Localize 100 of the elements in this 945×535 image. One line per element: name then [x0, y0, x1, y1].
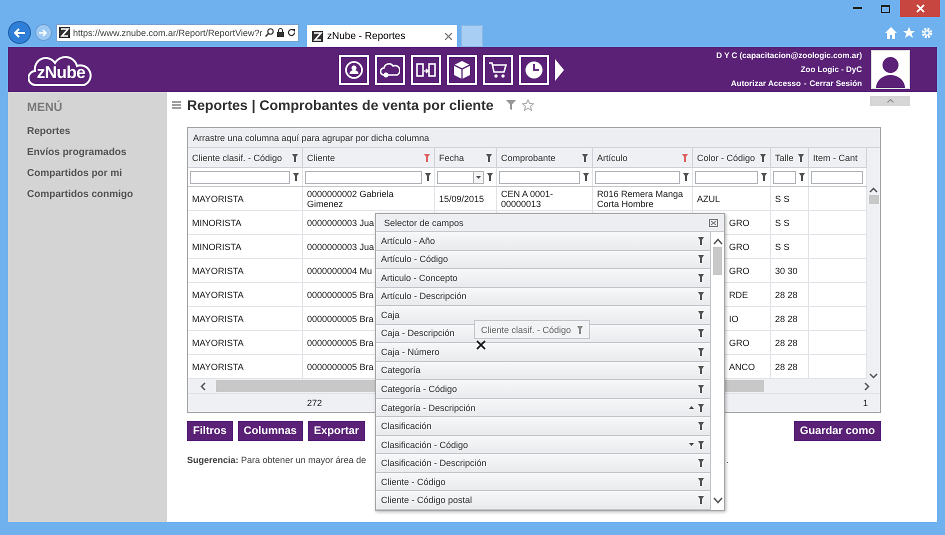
- field-item[interactable]: Artículo - Descripción: [376, 288, 711, 306]
- scroll-up-icon[interactable]: [869, 187, 878, 193]
- filter-icon[interactable]: [292, 154, 298, 162]
- close-icon[interactable]: [709, 218, 718, 226]
- user-name: D Y C (capacitacion@zoologic.com.ar): [716, 51, 862, 60]
- site-logo-icon: [59, 27, 70, 38]
- scrollbar-thumb[interactable]: [713, 247, 722, 275]
- filter-icon[interactable]: [698, 310, 704, 319]
- forward-button[interactable]: [35, 24, 52, 41]
- avatar[interactable]: [871, 50, 910, 89]
- user-link[interactable]: Cerrar Sesión: [810, 79, 862, 88]
- lock-icon: [277, 28, 284, 37]
- filter-icon[interactable]: [698, 366, 704, 374]
- filter-icon[interactable]: [583, 173, 589, 181]
- suggestion-text: .: [726, 455, 729, 465]
- filter-icon[interactable]: [582, 154, 588, 162]
- filter-icon[interactable]: [698, 385, 704, 394]
- filter-icon[interactable]: [698, 478, 704, 486]
- tab-title: zNube - Reportes: [327, 30, 406, 42]
- filter-icon[interactable]: [698, 440, 704, 449]
- filter-icon[interactable]: [698, 236, 704, 245]
- refresh-icon[interactable]: [287, 28, 296, 37]
- input-field[interactable]: [190, 170, 290, 184]
- action-button[interactable]: Filtros: [187, 421, 233, 441]
- input-field[interactable]: [811, 170, 863, 184]
- filter-icon[interactable]: [798, 154, 804, 162]
- menu-item[interactable]: Compartidos conmigo: [27, 189, 167, 200]
- scrollbar-thumb[interactable]: [868, 195, 878, 204]
- filter-icon[interactable]: [698, 274, 704, 282]
- scroll-up-icon[interactable]: [712, 238, 722, 245]
- input-field[interactable]: [695, 170, 758, 184]
- action-button[interactable]: Columnas: [238, 421, 303, 441]
- module-button[interactable]: [519, 54, 549, 84]
- module-button[interactable]: [375, 54, 405, 84]
- field-item[interactable]: Caja: [376, 306, 711, 325]
- input-field[interactable]: [499, 170, 580, 184]
- close-icon[interactable]: [445, 32, 452, 40]
- close-button[interactable]: [900, 0, 940, 17]
- field-item[interactable]: Artículo - Código: [376, 250, 711, 270]
- address-bar[interactable]: https://www.znube.com.ar/Report/ReportView?r: [56, 24, 299, 42]
- star-icon[interactable]: [522, 99, 534, 111]
- module-button[interactable]: [447, 54, 477, 84]
- filter-icon[interactable]: [761, 173, 767, 181]
- search-icon[interactable]: [265, 28, 274, 37]
- action-button[interactable]: Exportar: [308, 421, 366, 441]
- field-item[interactable]: Categoría: [376, 362, 711, 380]
- filter-icon[interactable]: [760, 154, 766, 162]
- menu-item[interactable]: Envíos programados: [27, 147, 167, 158]
- scroll-down-icon[interactable]: [869, 373, 878, 379]
- suggestion-text: Sugerencia: Para obtener un mayor área de: [187, 455, 366, 465]
- user-link[interactable]: Autorizar Accesso: [730, 79, 801, 88]
- filter-icon[interactable]: [486, 154, 492, 162]
- filter-icon[interactable]: [698, 496, 704, 504]
- filter-icon[interactable]: [698, 255, 704, 264]
- field-item[interactable]: Clasificación - Descripción: [376, 454, 711, 473]
- menu-item[interactable]: Compartidos por mi: [27, 168, 167, 179]
- cube-icon: [452, 60, 472, 80]
- filter-icon[interactable]: [683, 173, 689, 181]
- filter-icon[interactable]: [698, 404, 704, 412]
- field-item[interactable]: Clasificación - Código: [376, 436, 711, 454]
- dropdown-button[interactable]: [474, 170, 484, 184]
- input-field[interactable]: [773, 170, 796, 184]
- menu-icon[interactable]: [172, 101, 181, 109]
- table-cell: MINORISTA: [188, 235, 303, 259]
- input-field[interactable]: [305, 170, 422, 184]
- browser-tab[interactable]: zNube - Reportes: [307, 25, 457, 47]
- filter-icon[interactable]: [698, 292, 704, 300]
- module-button[interactable]: [483, 54, 513, 84]
- star-icon[interactable]: [903, 26, 915, 38]
- scroll-left-icon[interactable]: [200, 382, 206, 390]
- clock-icon: [524, 60, 544, 80]
- next-arrow-icon[interactable]: [555, 58, 564, 80]
- field-item[interactable]: Cliente - Código: [376, 472, 711, 492]
- field-item[interactable]: Categoría - Código: [376, 380, 711, 399]
- input-field[interactable]: [595, 170, 680, 184]
- field-item[interactable]: Articulo - Concepto: [376, 269, 711, 288]
- filter-icon[interactable]: [698, 459, 704, 468]
- filter-icon[interactable]: [698, 422, 704, 430]
- filter-icon[interactable]: [293, 173, 299, 181]
- drag-column-header[interactable]: Cliente clasif. - Código: [474, 320, 590, 339]
- module-button[interactable]: [411, 54, 441, 84]
- filter-icon[interactable]: [487, 173, 493, 181]
- field-item[interactable]: Cliente - Código postal: [376, 491, 711, 510]
- back-button[interactable]: [8, 21, 31, 44]
- field-item[interactable]: Clasificación: [376, 417, 711, 436]
- menu-title: MENÚ: [27, 100, 64, 114]
- date-field[interactable]: [437, 170, 474, 184]
- menu-item[interactable]: Reportes: [27, 126, 167, 137]
- scroll-right-icon[interactable]: [864, 382, 870, 390]
- filter-icon[interactable]: [577, 326, 584, 334]
- field-item[interactable]: Caja - Número: [376, 343, 711, 362]
- scroll-down-icon[interactable]: [712, 497, 722, 504]
- field-item[interactable]: Artículo - Año: [376, 232, 711, 251]
- field-item[interactable]: Categoría - Descripción: [376, 398, 711, 418]
- filter-icon[interactable]: [698, 329, 704, 338]
- save-as-button[interactable]: Guardar como: [794, 421, 881, 441]
- filter-icon[interactable]: [425, 173, 431, 181]
- module-button[interactable]: [339, 54, 369, 84]
- filter-icon[interactable]: [799, 173, 805, 181]
- filter-icon[interactable]: [698, 348, 704, 356]
